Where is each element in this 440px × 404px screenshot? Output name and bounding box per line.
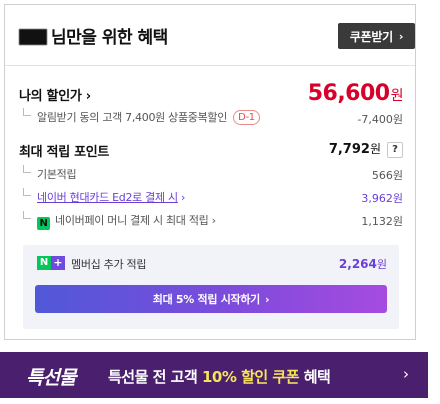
alarm-discount-label: 알림받기 동의 고객 7,400원 상품중복할인 D-1 bbox=[37, 109, 260, 125]
chevron-right-icon: › bbox=[403, 365, 409, 383]
tree-bullet bbox=[23, 188, 31, 196]
chevron-right-icon: › bbox=[208, 214, 216, 227]
npay-icon: N bbox=[37, 217, 50, 230]
my-discount-price-link[interactable]: 나의 할인가 › bbox=[19, 85, 91, 104]
max-points-label: 최대 적립 포인트 bbox=[19, 145, 110, 160]
basic-points-amount: 566원 bbox=[371, 169, 403, 182]
chevron-right-icon: › bbox=[398, 29, 404, 43]
basic-points-label: 기본적립 bbox=[37, 168, 77, 181]
start-membership-button[interactable]: 최대 5% 적립 시작하기 › bbox=[35, 285, 387, 313]
chevron-right-icon: › bbox=[265, 292, 270, 306]
dday-badge: D-1 bbox=[233, 110, 260, 125]
masked-username bbox=[19, 29, 47, 45]
membership-amount: 2,264원 bbox=[338, 257, 387, 271]
npay-money-link[interactable]: N 네이버페이 머니 결제 시 최대 적립 › bbox=[37, 212, 216, 230]
hyundai-card-amount: 3,962원 bbox=[361, 192, 403, 205]
chevron-right-icon: › bbox=[177, 191, 186, 204]
banner-text: 특선물 전 고객 10% 할인 쿠폰 혜택 bbox=[108, 368, 331, 386]
npay-money-amount: 1,132원 bbox=[361, 215, 403, 228]
special-gift-banner[interactable]: 특선물 특선물 전 고객 10% 할인 쿠폰 혜택 › bbox=[0, 352, 428, 398]
alarm-discount-amount: -7,400원 bbox=[357, 113, 403, 126]
membership-box: N + 멤버십 추가 적립 2,264원 최대 5% 적립 시작하기 › bbox=[23, 245, 399, 329]
discount-price: 56,600원 bbox=[307, 81, 404, 106]
special-gift-logo: 특선물 bbox=[26, 367, 76, 389]
chevron-right-icon: › bbox=[81, 89, 91, 104]
benefit-header: 님만을 위한 혜택 쿠폰받기 › bbox=[5, 5, 415, 66]
hyundai-card-link[interactable]: 네이버 현대카드 Ed2로 결제 시 › bbox=[37, 189, 185, 205]
naver-plus-membership-icon: N + bbox=[37, 256, 65, 270]
tree-bullet bbox=[23, 108, 31, 116]
tree-bullet bbox=[23, 211, 31, 219]
help-icon[interactable]: ? bbox=[387, 142, 403, 158]
get-coupon-button[interactable]: 쿠폰받기 › bbox=[338, 23, 415, 49]
membership-label: 멤버십 추가 적립 bbox=[71, 258, 147, 271]
benefit-title: 님만을 위한 혜택 bbox=[19, 23, 168, 48]
benefit-card: 님만을 위한 혜택 쿠폰받기 › 나의 할인가 › 56,600원 알림받기 동의… bbox=[4, 4, 416, 340]
max-points-total: 7,792원? bbox=[329, 140, 403, 158]
tree-bullet bbox=[23, 165, 31, 173]
